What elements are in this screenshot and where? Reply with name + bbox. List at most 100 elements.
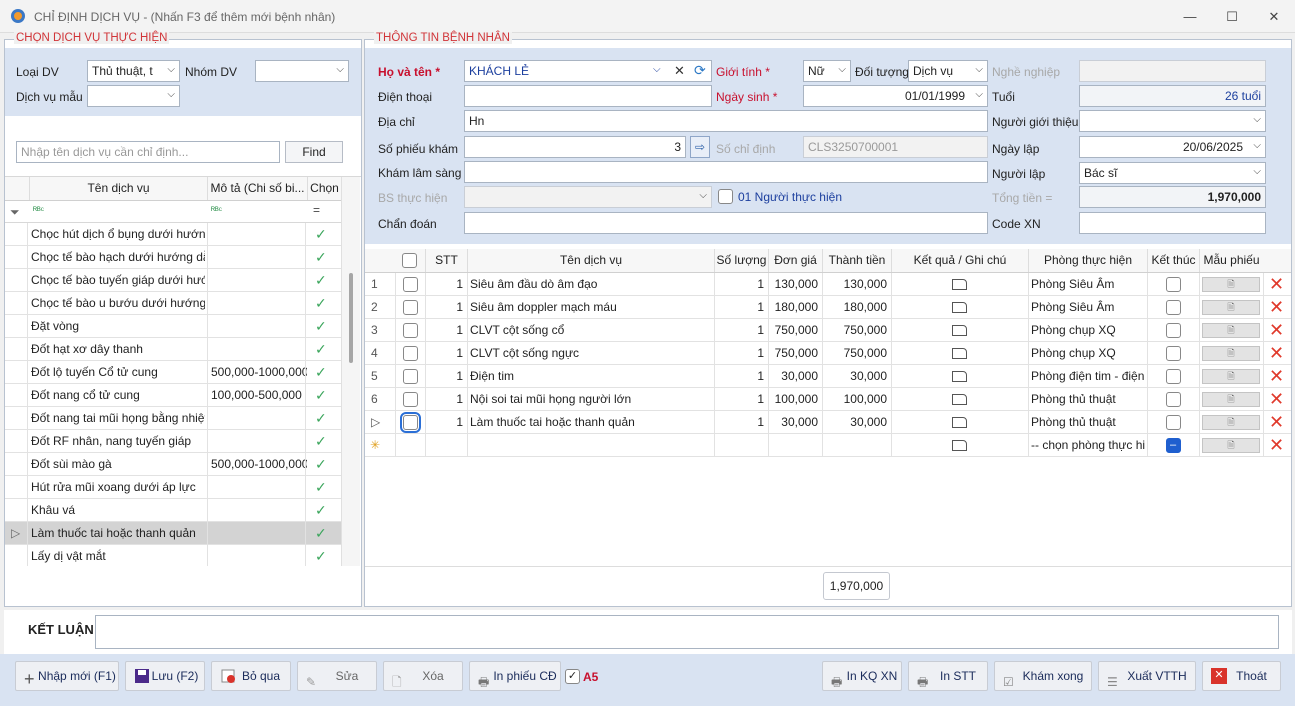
note-icon[interactable]: [891, 273, 1028, 296]
maximize-button[interactable]: ☐: [1217, 6, 1247, 28]
finished-checkbox[interactable]: –: [1165, 438, 1181, 454]
row-checkbox[interactable]: [402, 346, 418, 362]
delete-row-icon[interactable]: ✕: [1269, 296, 1289, 319]
finished-checkbox-cell[interactable]: [1147, 342, 1199, 365]
minimize-button[interactable]: —: [1175, 6, 1205, 28]
doi-tuong-select[interactable]: Dịch vụ ⌵: [908, 60, 988, 82]
find-button[interactable]: Find: [285, 141, 343, 163]
row-quantity[interactable]: 1: [714, 365, 764, 388]
service-list-row[interactable]: Đốt lộ tuyến Cổ tử cung 500,000-1000,000 ✓: [5, 361, 341, 384]
service-row[interactable]: ▷ 1 Làm thuốc tai hoặc thanh quản 1 30,000 30…: [365, 411, 1291, 434]
service-list-row[interactable]: Chọc tế bào u bướu dưới hướng ... ✓: [5, 292, 341, 315]
col-template[interactable]: Mẫu phiếu: [1199, 249, 1263, 272]
row-checkbox[interactable]: [402, 369, 418, 385]
col-service-name[interactable]: Tên dịch vụ: [467, 249, 714, 272]
service-list-row[interactable]: Lấy dị vật mắt ✓: [5, 545, 341, 566]
row-checkbox-cell[interactable]: [395, 273, 425, 296]
finished-checkbox-cell[interactable]: [1147, 273, 1199, 296]
new-button[interactable]: + Nhập mới (F1): [15, 661, 119, 691]
selected-check-icon[interactable]: ✓: [315, 223, 335, 246]
template-button[interactable]: 🗎: [1199, 296, 1263, 319]
selected-check-icon[interactable]: ✓: [315, 430, 335, 453]
delete-row-icon[interactable]: ✕: [1269, 319, 1289, 342]
nguoi-lap-select[interactable]: Bác sĩ ⌵: [1079, 162, 1266, 184]
mot-nguoi-checkbox[interactable]: [718, 189, 733, 204]
delete-row-icon[interactable]: ✕: [1269, 273, 1289, 296]
code-xn-input[interactable]: [1079, 212, 1266, 234]
selected-check-icon[interactable]: ✓: [315, 522, 335, 545]
service-row[interactable]: 2 1 Siêu âm doppler mạch máu 1 180,000 180,00…: [365, 296, 1291, 319]
finished-checkbox[interactable]: [1165, 346, 1181, 362]
service-list-row[interactable]: Chọc tế bào hạch dưới hướng dẫ... ✓: [5, 246, 341, 269]
service-list-row[interactable]: Chọc hút dịch ổ bụng dưới hướng... ✓: [5, 223, 341, 246]
service-search-input[interactable]: Nhập tên dịch vụ cần chỉ định...: [16, 141, 280, 163]
note-icon[interactable]: [891, 411, 1028, 434]
row-checkbox-cell[interactable]: [395, 319, 425, 342]
selected-check-icon[interactable]: ✓: [315, 292, 335, 315]
col-finished[interactable]: Kết thúc: [1147, 249, 1199, 272]
template-button[interactable]: 🗎: [1199, 273, 1263, 296]
finished-checkbox[interactable]: [1165, 369, 1181, 385]
col-unit-price[interactable]: Đơn giá: [768, 249, 822, 272]
note-icon[interactable]: [891, 388, 1028, 411]
selected-check-icon[interactable]: ✓: [315, 338, 335, 361]
service-list-row[interactable]: Đặt vòng ✓: [5, 315, 341, 338]
note-icon[interactable]: [891, 319, 1028, 342]
ngay-lap-picker[interactable]: 20/06/2025 ⌵: [1079, 136, 1266, 158]
service-list-row[interactable]: Đốt hạt xơ dây thanh ✓: [5, 338, 341, 361]
note-icon[interactable]: [891, 296, 1028, 319]
selected-check-icon[interactable]: ✓: [315, 384, 335, 407]
finished-checkbox-cell[interactable]: [1147, 319, 1199, 342]
note-icon[interactable]: [891, 434, 1028, 457]
row-room[interactable]: Phòng chụp XQ: [1031, 319, 1145, 342]
service-row[interactable]: 5 1 Điện tim 1 30,000 30,000 Phòng điện tim - …: [365, 365, 1291, 388]
row-checkbox-cell[interactable]: [395, 296, 425, 319]
service-list-row[interactable]: Đốt nang tai mũi họng bằng nhiệt ✓: [5, 407, 341, 430]
loai-dv-select[interactable]: Thủ thuật, t ⌵: [87, 60, 180, 82]
col-amount[interactable]: Thành tiền: [822, 249, 891, 272]
row-room[interactable]: Phòng chụp XQ: [1031, 342, 1145, 365]
selected-check-icon[interactable]: ✓: [315, 246, 335, 269]
delete-row-icon[interactable]: ✕: [1269, 342, 1289, 365]
service-row[interactable]: 1 1 Siêu âm đầu dò âm đạo 1 130,000 130,000 Ph…: [365, 273, 1291, 296]
delete-row-icon[interactable]: ✕: [1269, 388, 1289, 411]
finished-checkbox-cell[interactable]: [1147, 411, 1199, 434]
finished-checkbox[interactable]: [1165, 277, 1181, 293]
nhom-dv-select[interactable]: ⌵: [255, 60, 349, 82]
print-stt-button[interactable]: 🖶 In STT: [908, 661, 988, 691]
service-list-row[interactable]: Hút rửa mũi xoang dưới áp lực ✓: [5, 476, 341, 499]
service-list-row[interactable]: ▷ Làm thuốc tai hoặc thanh quản ✓: [5, 522, 341, 545]
delete-row-icon[interactable]: ✕: [1269, 411, 1289, 434]
row-quantity[interactable]: 1: [714, 388, 764, 411]
finished-checkbox[interactable]: [1165, 392, 1181, 408]
row-quantity[interactable]: 1: [714, 342, 764, 365]
note-icon[interactable]: [891, 342, 1028, 365]
col-quantity[interactable]: Số lượng: [714, 249, 768, 272]
clear-icon[interactable]: ✕: [674, 63, 685, 79]
scrollbar-thumb[interactable]: [349, 273, 353, 363]
ngay-sinh-picker[interactable]: 01/01/1999 ⌵: [803, 85, 988, 107]
row-checkbox-cell[interactable]: [395, 365, 425, 388]
col-ten-dich-vu[interactable]: Tên dịch vụ: [29, 177, 207, 200]
note-icon[interactable]: [891, 365, 1028, 388]
service-row[interactable]: 6 1 Nội soi tai mũi họng người lớn 1 100,000…: [365, 388, 1291, 411]
close-button[interactable]: ✕: [1259, 6, 1289, 28]
row-room[interactable]: Phòng Siêu Âm: [1031, 296, 1145, 319]
col-chon[interactable]: Chọn: [307, 177, 341, 200]
row-checkbox[interactable]: [402, 277, 418, 293]
selected-check-icon[interactable]: ✓: [315, 476, 335, 499]
finished-checkbox[interactable]: [1165, 323, 1181, 339]
row-quantity[interactable]: 1: [714, 411, 764, 434]
delete-button[interactable]: 🗋 Xóa: [383, 661, 463, 691]
row-quantity[interactable]: 1: [714, 319, 764, 342]
row-room[interactable]: Phòng điện tim - điện ...: [1031, 365, 1145, 388]
kham-ls-input[interactable]: [464, 161, 988, 183]
service-list-scrollbar[interactable]: [341, 177, 360, 566]
export-supplies-button[interactable]: ☰ Xuất VTTH: [1098, 661, 1196, 691]
finished-checkbox-cell[interactable]: [1147, 296, 1199, 319]
exam-done-button[interactable]: ☑ Khám xong: [994, 661, 1092, 691]
lookup-icon[interactable]: ⇨: [690, 136, 710, 158]
service-list-row[interactable]: Khâu vá ✓: [5, 499, 341, 522]
row-checkbox[interactable]: [402, 300, 418, 316]
template-button[interactable]: 🗎: [1199, 411, 1263, 434]
